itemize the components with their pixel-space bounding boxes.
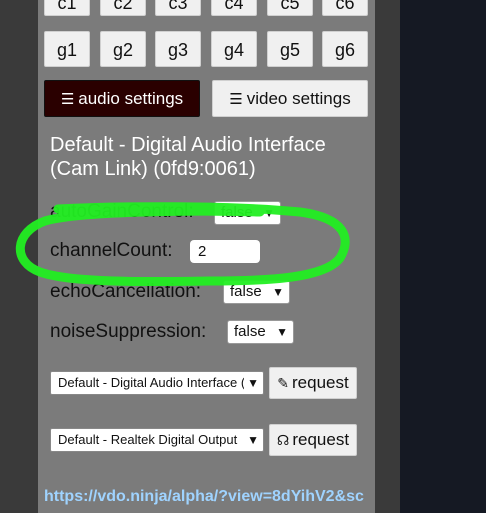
key-g6[interactable]: g6 xyxy=(322,31,368,67)
audio-settings-tab[interactable]: ☰ audio settings xyxy=(44,80,200,117)
video-settings-tab[interactable]: ☰ video settings xyxy=(212,80,368,117)
sliders-icon: ☰ xyxy=(60,91,75,108)
chevron-down-icon: ▼ xyxy=(245,429,259,451)
chevron-down-icon: ▼ xyxy=(276,325,288,339)
chevron-down-icon: ▼ xyxy=(272,285,284,299)
audio-output-value: Default - Realtek Digital Output xyxy=(58,432,238,447)
sliders-icon: ☰ xyxy=(229,91,243,108)
key-c6[interactable]: c6 xyxy=(322,0,368,16)
audio-input-value: Default - Digital Audio Interface (Cam L… xyxy=(58,375,244,390)
key-g4[interactable]: g4 xyxy=(211,31,257,67)
echo-cancellation-value: false xyxy=(230,283,262,300)
request-label: request xyxy=(292,430,350,449)
key-c5[interactable]: c5 xyxy=(267,0,313,16)
audio-device-title: Default - Digital Audio Interface (Cam L… xyxy=(50,134,326,180)
channel-count-input[interactable]: 2 xyxy=(190,240,260,263)
auto-gain-value: false xyxy=(221,204,253,221)
key-c3[interactable]: c3 xyxy=(155,0,201,16)
audio-input-select[interactable]: Default - Digital Audio Interface (Cam L… xyxy=(50,371,264,395)
noise-suppression-select[interactable]: false ▼ xyxy=(227,320,294,344)
key-g1[interactable]: g1 xyxy=(44,31,90,67)
pencil-icon: ✎ xyxy=(277,375,290,391)
audio-settings-label: audio settings xyxy=(78,89,184,108)
auto-gain-select[interactable]: false ▼ xyxy=(214,201,281,225)
video-settings-label: video settings xyxy=(246,89,351,108)
headphones-icon: ☊ xyxy=(276,432,290,448)
noise-suppression-label: noiseSuppression: xyxy=(50,321,207,342)
request-audio-input-button[interactable]: ✎ request xyxy=(269,367,357,399)
view-link[interactable]: https://vdo.ninja/alpha/?view=8dYihV2&sc xyxy=(44,487,375,507)
echo-cancellation-label: echoCancellation: xyxy=(50,281,202,302)
noise-suppression-value: false xyxy=(234,323,266,340)
chevron-down-icon: ▼ xyxy=(263,206,275,220)
left-sidebar-strip xyxy=(0,0,38,513)
channel-count-label: channelCount: xyxy=(50,240,173,261)
request-label: request xyxy=(292,373,349,392)
key-c2[interactable]: c2 xyxy=(100,0,146,16)
key-g3[interactable]: g3 xyxy=(155,31,201,67)
key-c1[interactable]: c1 xyxy=(44,0,90,16)
auto-gain-label: autoGainControl: xyxy=(50,201,194,222)
panel-scroll-edge xyxy=(375,0,400,513)
request-audio-output-button[interactable]: ☊ request xyxy=(269,424,357,456)
key-g2[interactable]: g2 xyxy=(100,31,146,67)
key-c4[interactable]: c4 xyxy=(211,0,257,16)
echo-cancellation-select[interactable]: false ▼ xyxy=(223,280,290,304)
chevron-down-icon: ▼ xyxy=(245,372,259,394)
key-g5[interactable]: g5 xyxy=(267,31,313,67)
audio-output-select[interactable]: Default - Realtek Digital Output ▼ xyxy=(50,428,264,452)
